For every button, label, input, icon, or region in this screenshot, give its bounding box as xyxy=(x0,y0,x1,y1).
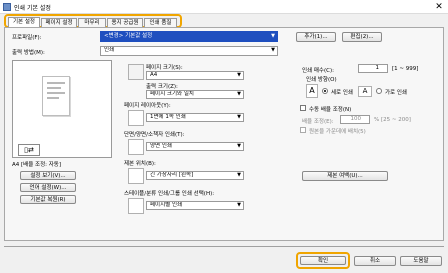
copies-value: 1 xyxy=(375,65,380,71)
edit-profile-button[interactable]: 편집(2)... xyxy=(342,32,382,42)
page-size-label: 페이지 크기(S): xyxy=(146,65,183,71)
binding-icon xyxy=(128,168,144,184)
scaling-label: 배율 조정(E): xyxy=(302,119,334,125)
page-layout-icon xyxy=(128,110,144,126)
binding-label: 제본 위치(B): xyxy=(124,161,156,167)
duplex-value: 양면 인쇄 xyxy=(150,143,172,149)
output-size-value: 페이지 크기와 일치 xyxy=(150,91,194,97)
manual-scaling-label: 수동 배율 조정(N) xyxy=(309,107,352,113)
preview-info: A4 [배율 조정: 자동] xyxy=(12,162,62,168)
help-button[interactable]: 도움말 xyxy=(400,256,442,266)
chevron-down-icon: ▼ xyxy=(237,172,241,178)
output-method-label: 출력 방법(M): xyxy=(12,50,45,56)
scaling-range: % [25 ~ 200] xyxy=(374,117,411,123)
settings-view-button[interactable]: 설정 보기(V)... xyxy=(20,171,76,180)
profile-label: 프로파일(F): xyxy=(12,35,42,41)
binding-margin-button[interactable]: 제본 여백(U)... xyxy=(302,171,388,181)
chevron-down-icon: ▼ xyxy=(271,47,275,53)
chevron-down-icon: ▼ xyxy=(237,91,241,97)
chevron-down-icon: ▼ xyxy=(237,143,241,149)
collate-select[interactable]: 페이지별 인쇄 ▼ xyxy=(146,201,244,210)
page-layout-value: 1면에 1쪽 인쇄 xyxy=(150,114,186,120)
page-size-value: A4 xyxy=(150,72,158,78)
binding-value: 긴 가장자리 [왼쪽] xyxy=(150,172,194,178)
collate-label: 스테이플/분류 인쇄/그룹 인쇄 선택(H): xyxy=(124,191,215,197)
center-original-checkbox[interactable] xyxy=(300,127,306,133)
scaling-input[interactable]: 100 xyxy=(340,115,370,124)
page-size-icon xyxy=(128,64,144,80)
ok-button[interactable]: 확인 xyxy=(300,256,346,265)
copies-range: [1 ~ 999] xyxy=(392,66,419,72)
profile-select[interactable]: <변경> 기본값 설정 ▼ xyxy=(100,31,278,42)
restore-defaults-button[interactable]: 기본값 복원(R) xyxy=(20,195,76,204)
landscape-radio[interactable] xyxy=(376,88,382,94)
portrait-label: 세로 인쇄 xyxy=(331,90,353,96)
duplex-preview-icon: ▯⇄ xyxy=(18,144,40,156)
tab-page-setup[interactable]: 페이지 설정 xyxy=(41,18,77,27)
tab-print-quality[interactable]: 인쇄 품질 xyxy=(144,18,177,27)
scaling-value: 100 xyxy=(350,116,362,122)
portrait-icon: A xyxy=(306,84,318,98)
language-settings-button[interactable]: 언어 설정(W)... xyxy=(20,183,76,192)
page-layout-select[interactable]: 1면에 1쪽 인쇄 ▼ xyxy=(146,113,244,122)
paper-preview-icon xyxy=(42,76,70,116)
profile-value: <변경> 기본값 설정 xyxy=(104,33,153,39)
duplex-select[interactable]: 양면 인쇄 ▼ xyxy=(146,142,244,151)
manual-scaling-checkbox[interactable] xyxy=(300,105,306,111)
output-size-label: 출력 크기(Z): xyxy=(146,84,178,90)
cancel-button[interactable]: 취소 xyxy=(354,256,396,266)
duplex-label: 단면/양면/소책자 인쇄(T): xyxy=(124,132,185,138)
chevron-down-icon: ▼ xyxy=(237,202,241,208)
portrait-radio[interactable] xyxy=(322,88,328,94)
copies-input[interactable]: 1 xyxy=(358,64,388,73)
collate-value: 페이지별 인쇄 xyxy=(150,202,183,208)
tab-strip-highlight: 기본 설정 페이지 설정 마무리 용지 공급원 인쇄 품질 xyxy=(4,14,182,28)
landscape-label: 가로 인쇄 xyxy=(385,90,407,96)
chevron-down-icon: ▼ xyxy=(237,72,241,78)
page-size-select[interactable]: A4 ▼ xyxy=(146,71,244,80)
ok-button-highlight: 확인 xyxy=(296,252,350,269)
footer-separator xyxy=(4,246,444,247)
output-method-select[interactable]: 인쇄 ▼ xyxy=(100,46,278,56)
copies-label: 인쇄 매수(C): xyxy=(302,68,334,74)
tab-finishing[interactable]: 마무리 xyxy=(78,18,106,27)
close-icon[interactable]: ✕ xyxy=(432,1,446,13)
landscape-icon: A xyxy=(358,86,372,97)
page-layout-label: 페이지 레이아웃(Y): xyxy=(124,103,171,109)
title-bar: 인쇄 기본 설정 ✕ xyxy=(0,0,448,14)
orientation-label: 인쇄 방향(O) xyxy=(306,77,337,83)
chevron-down-icon: ▼ xyxy=(237,114,241,120)
window-title: 인쇄 기본 설정 xyxy=(14,5,51,12)
printer-icon xyxy=(3,3,11,11)
output-method-value: 인쇄 xyxy=(104,47,115,53)
add-profile-button[interactable]: 추가(1)... xyxy=(296,32,336,42)
duplex-icon xyxy=(128,139,144,155)
chevron-down-icon: ▼ xyxy=(271,33,275,39)
binding-select[interactable]: 긴 가장자리 [왼쪽] ▼ xyxy=(146,171,244,180)
tab-paper-source[interactable]: 용지 공급원 xyxy=(107,18,143,27)
output-size-select[interactable]: 페이지 크기와 일치 ▼ xyxy=(146,90,244,99)
center-original-label: 원본을 가운데에 배치(5) xyxy=(309,129,366,135)
collate-icon xyxy=(128,198,144,214)
